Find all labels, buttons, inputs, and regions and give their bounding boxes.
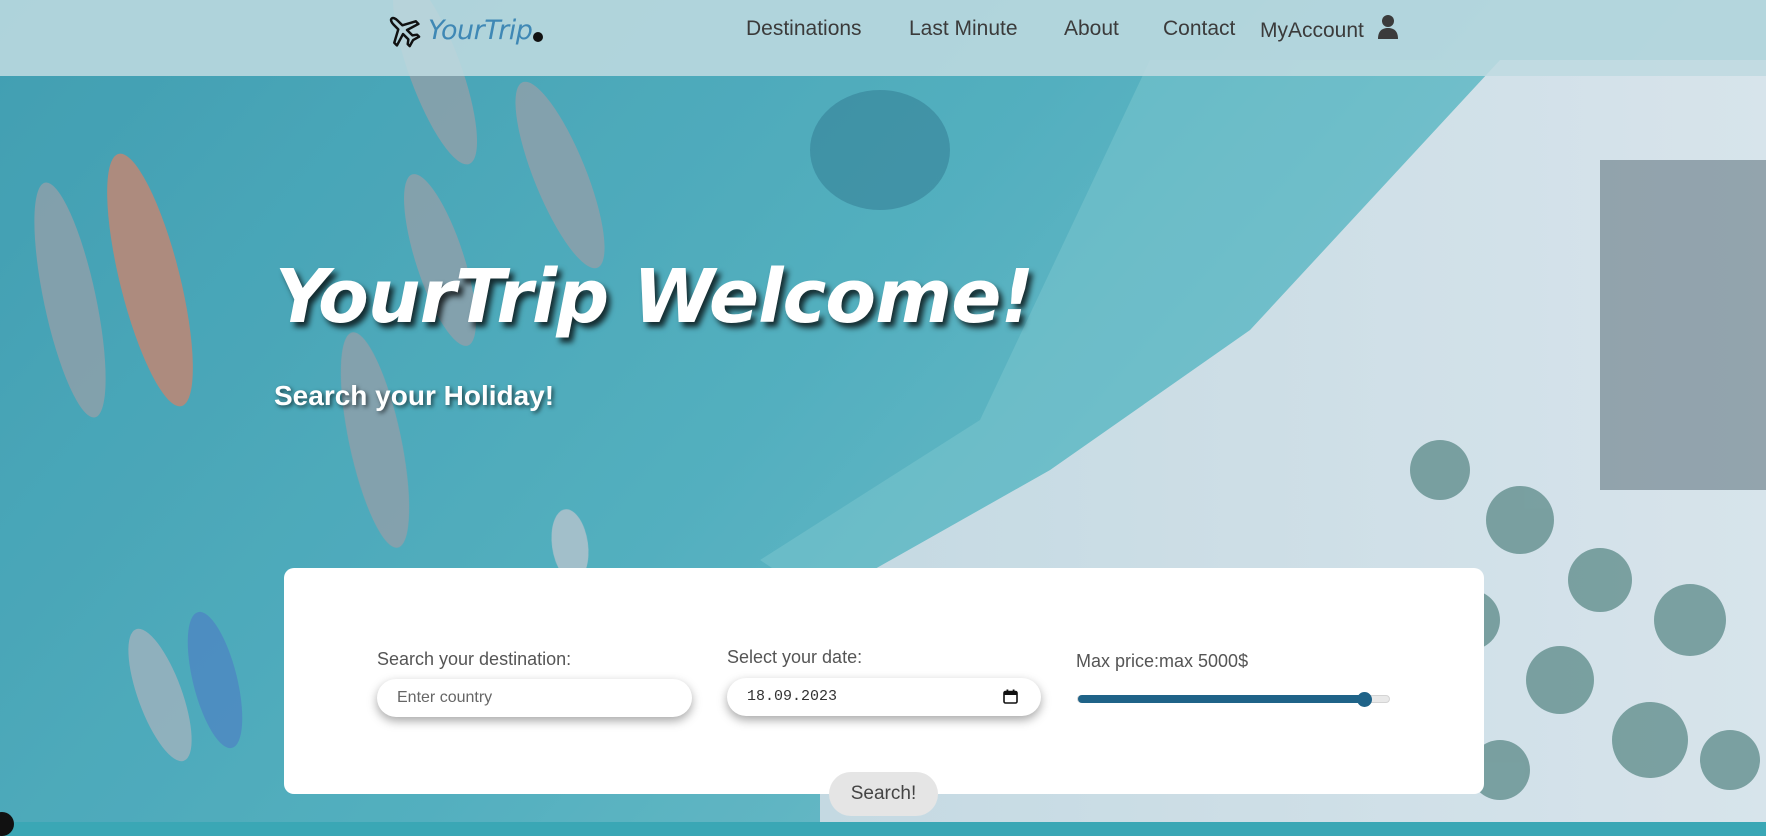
brand-logo[interactable]: YourTrip bbox=[384, 10, 533, 50]
price-label: Max price:max 5000$ bbox=[1076, 651, 1249, 671]
nav-link-my-account[interactable]: MyAccount bbox=[1260, 19, 1364, 43]
date-value: 18.09.2023 bbox=[747, 688, 838, 705]
max-price-slider[interactable] bbox=[1077, 692, 1390, 707]
nav-link-contact[interactable]: Contact bbox=[1163, 17, 1235, 41]
calendar-icon[interactable] bbox=[1003, 689, 1018, 704]
destination-input[interactable] bbox=[377, 679, 692, 717]
date-label: Select your date: bbox=[727, 647, 863, 667]
hero-title: YourTrip Welcome! bbox=[275, 254, 1034, 340]
hero-subtitle: Search your Holiday! bbox=[274, 380, 555, 411]
user-icon[interactable] bbox=[1377, 14, 1399, 40]
nav-link-last-minute[interactable]: Last Minute bbox=[909, 17, 1018, 41]
date-input[interactable]: 18.09.2023 bbox=[727, 678, 1041, 716]
top-navbar: YourTrip Destinations Last Minute About … bbox=[0, 0, 1766, 76]
destination-label: Search your destination: bbox=[377, 649, 572, 669]
nav-link-about[interactable]: About bbox=[1064, 17, 1119, 41]
airplane-icon bbox=[389, 16, 421, 48]
nav-link-destinations[interactable]: Destinations bbox=[746, 17, 862, 41]
brand-name: YourTrip bbox=[428, 14, 533, 46]
brand-dot bbox=[533, 32, 543, 42]
slider-fill bbox=[1078, 695, 1365, 703]
search-button[interactable]: Search! bbox=[829, 772, 938, 816]
